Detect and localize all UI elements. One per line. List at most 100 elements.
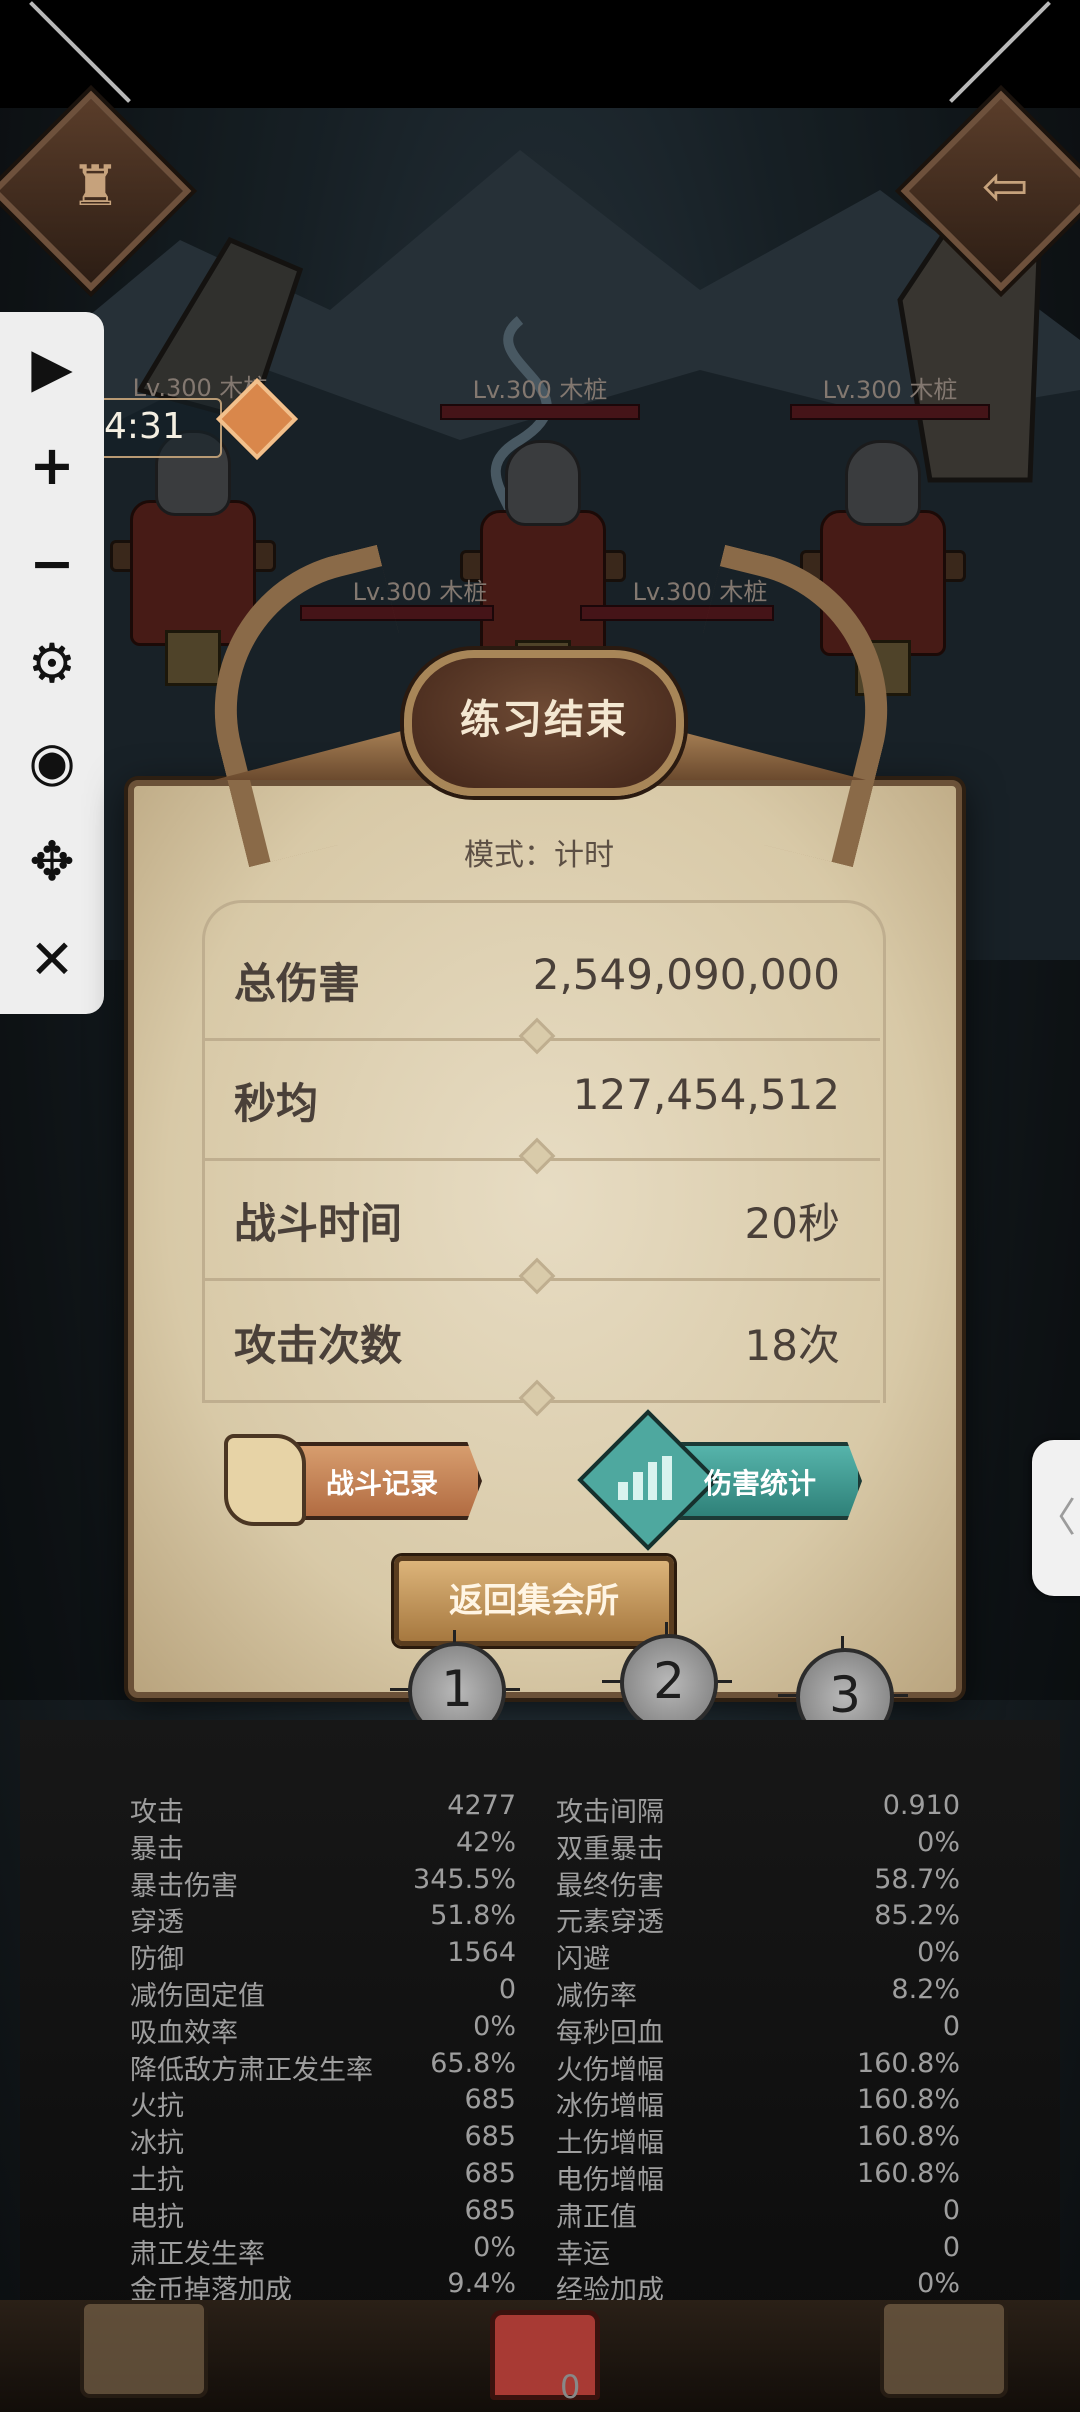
floating-toolbar: ▶ + − ⚙ ◉ ✥ ✕ — [0, 312, 104, 1014]
target-number: 3 — [829, 1666, 861, 1724]
attribute-name: 幸运 — [556, 2238, 610, 2270]
attribute-value: 0% — [917, 1826, 960, 1858]
attribute-row: 攻击 4277 — [130, 1790, 516, 1828]
attribute-value: 160.8% — [857, 2121, 960, 2153]
stat-label: 秒均 — [234, 1079, 319, 1128]
attribute-row: 暴击伤害 345.5% — [130, 1864, 516, 1902]
attribute-name: 冰抗 — [130, 2128, 184, 2160]
attribute-row: 肃正值 0 — [556, 2194, 960, 2233]
game-screen: Lv.300 木桩 Lv.300 木桩 Lv.300 木桩 Lv.300 木桩 … — [0, 0, 1080, 2412]
stat-label: 总伤害 — [234, 959, 361, 1008]
move-icon: ✥ — [29, 829, 75, 893]
attribute-value: 685 — [464, 2084, 516, 2116]
attribute-value: 58.7% — [874, 1863, 960, 1895]
damage-stats-label: 伤害统计 — [704, 1467, 817, 1500]
result-title-plate: 练习结束 — [404, 650, 684, 796]
attribute-row: 穿透 51.8% — [130, 1900, 516, 1939]
attribute-row: 防御 1564 — [130, 1937, 516, 1976]
attribute-name: 冰伤增幅 — [556, 2091, 664, 2123]
attribute-value: 65.8% — [430, 2047, 516, 2079]
attribute-name: 闪避 — [556, 1944, 610, 1976]
door-icon: ⇦ — [981, 153, 1029, 219]
play-button[interactable]: ▶ — [0, 322, 104, 412]
attribute-row: 暴击 42% — [130, 1826, 516, 1865]
attribute-row: 吸血效率 0% — [130, 2010, 516, 2049]
scroll-icon — [224, 1434, 306, 1526]
stat-value: 2,549,090,000 — [532, 950, 840, 999]
attribute-row: 电伤增幅 160.8% — [556, 2158, 960, 2196]
attribute-value: 8.2% — [891, 1974, 960, 2005]
move-button[interactable]: ✥ — [0, 816, 104, 906]
stat-value: 18次 — [744, 1321, 840, 1370]
attribute-row: 元素穿透 85.2% — [556, 1900, 960, 1938]
attribute-row: 经验加成 0% — [556, 2268, 960, 2306]
attribute-row: 最终伤害 58.7% — [556, 1863, 960, 1902]
attribute-value: 685 — [464, 2121, 516, 2153]
attribute-value: 160.8% — [857, 2047, 960, 2079]
close-button[interactable]: ✕ — [0, 914, 104, 1004]
attribute-name: 减伤固定值 — [130, 1981, 265, 2012]
attribute-row: 土抗 685 — [130, 2158, 516, 2196]
attribute-name: 双重暴击 — [556, 1833, 664, 1865]
attribute-row: 冰抗 685 — [130, 2121, 516, 2160]
plus-icon: + — [29, 433, 75, 497]
mode-label: 模式：计时 — [464, 838, 614, 873]
attribute-value: 85.2% — [874, 1900, 960, 1932]
attribute-row: 土伤增幅 160.8% — [556, 2121, 960, 2159]
close-icon: ✕ — [29, 927, 75, 991]
attribute-value: 42% — [455, 1826, 516, 1858]
target-slot-2[interactable]: 2 — [620, 1634, 718, 1732]
attribute-value: 1564 — [447, 1937, 516, 1969]
target-number: 1 — [441, 1660, 473, 1718]
attribute-row: 降低敌方肃正发生率 65.8% — [130, 2047, 516, 2086]
attribute-value: 0% — [917, 1937, 960, 1969]
hide-button[interactable]: ◉ — [0, 716, 104, 806]
attribute-name: 火抗 — [130, 2091, 184, 2123]
return-to-hall-button[interactable]: 返回集会所 — [394, 1556, 674, 1646]
attribute-row: 电抗 685 — [130, 2194, 516, 2233]
speed-down-button[interactable]: − — [0, 518, 104, 608]
attribute-row: 金币掉落加成 9.4% — [130, 2268, 516, 2306]
chevron-left-icon: 〈 — [1036, 1495, 1076, 1541]
attribute-name: 吸血效率 — [130, 2017, 238, 2049]
bar-chart-icon — [618, 1456, 672, 1500]
settings-button[interactable]: ⚙ — [0, 618, 104, 708]
attribute-value: 0 — [942, 2010, 960, 2042]
attribute-name: 最终伤害 — [556, 1870, 664, 1902]
attribute-name: 减伤率 — [556, 1981, 637, 2012]
attribute-name: 肃正发生率 — [130, 2238, 265, 2270]
eye-off-icon: ◉ — [28, 729, 76, 793]
attribute-name: 降低敌方肃正发生率 — [130, 2054, 373, 2086]
attribute-name: 肃正值 — [556, 2201, 637, 2233]
attribute-value: 0% — [473, 2010, 516, 2042]
attribute-value: 51.8% — [430, 1900, 516, 1932]
stat-label: 攻击次数 — [234, 1321, 403, 1370]
attribute-value: 0.910 — [882, 1790, 960, 1821]
castle-icon: ♜ — [70, 153, 121, 219]
attribute-value: 0% — [473, 2231, 516, 2263]
attribute-row: 火伤增幅 160.8% — [556, 2047, 960, 2086]
attribute-row: 幸运 0 — [556, 2231, 960, 2270]
stat-label: 战斗时间 — [234, 1199, 403, 1248]
attribute-name: 土抗 — [130, 2165, 184, 2196]
attribute-value: 0 — [942, 2194, 960, 2226]
speed-up-button[interactable]: + — [0, 420, 104, 510]
attribute-value: 0 — [942, 2231, 960, 2263]
stat-row-dps: 秒均 127,454,512 — [202, 1042, 880, 1175]
book-decoration-icon — [880, 2300, 1008, 2398]
attribute-row: 闪避 0% — [556, 1937, 960, 1976]
attribute-name: 攻击 — [130, 1797, 184, 1828]
target-number: 2 — [653, 1652, 685, 1710]
side-drawer-tab[interactable]: 〈 — [1032, 1440, 1080, 1596]
attribute-value: 160.8% — [857, 2158, 960, 2189]
attribute-name: 穿透 — [130, 1907, 184, 1939]
attribute-value: 0 — [498, 1974, 516, 2005]
chest-count: 0 — [560, 2368, 581, 2406]
treasure-chest-button[interactable] — [490, 2310, 600, 2400]
attribute-name: 防御 — [130, 1944, 184, 1976]
attribute-row: 攻击间隔 0.910 — [556, 1790, 960, 1828]
minus-icon: − — [29, 531, 75, 595]
attribute-value: 685 — [464, 2194, 516, 2226]
attribute-row: 每秒回血 0 — [556, 2010, 960, 2049]
result-title: 练习结束 — [460, 697, 628, 743]
